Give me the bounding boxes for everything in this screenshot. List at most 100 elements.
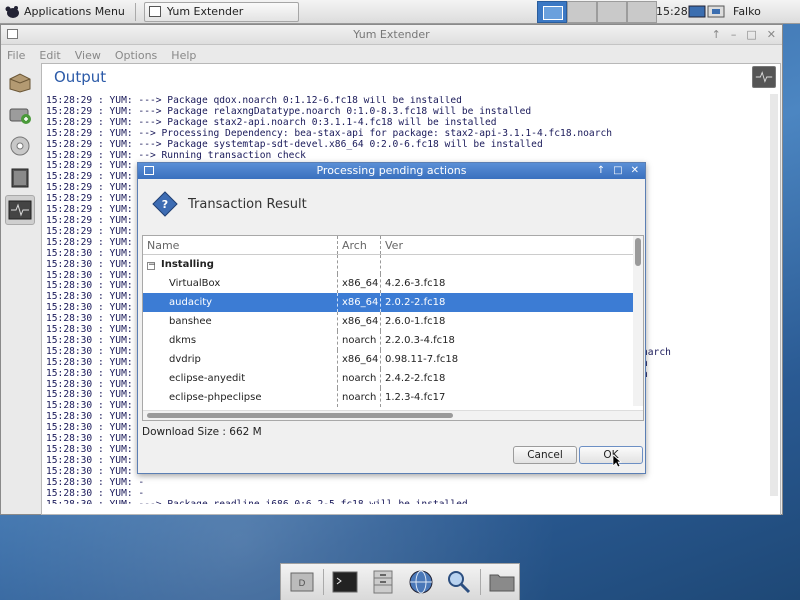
sidebar-groups-button[interactable] xyxy=(5,99,35,129)
xfce-mouse-icon xyxy=(5,5,19,18)
window-icon xyxy=(148,6,161,17)
workspace-4[interactable] xyxy=(627,1,657,23)
disc-icon xyxy=(10,136,30,156)
close-button[interactable]: ✕ xyxy=(767,25,776,45)
cell-name: eclipse-anyedit xyxy=(169,373,246,384)
cell-arch: x86_64 xyxy=(337,293,380,312)
window-titlebar[interactable]: Yum Extender ↑ – □ ✕ xyxy=(1,25,782,45)
svg-text:?: ? xyxy=(162,198,168,211)
cell-ver: 1.2.3-4.fc17 xyxy=(380,388,643,407)
minimize-button[interactable]: – xyxy=(731,25,737,45)
dialog-shade-button[interactable]: ↑ xyxy=(597,163,605,179)
network-icon[interactable] xyxy=(688,4,728,20)
menu-options[interactable]: Options xyxy=(115,49,157,62)
sidebar-history-button[interactable] xyxy=(5,131,35,161)
menu-bar: File Edit View Options Help xyxy=(1,45,782,65)
log-line: 15:28:29 : YUM: ---> Package systemtap-s… xyxy=(46,138,543,150)
processing-dialog: Processing pending actions ↑ □ ✕ ? Trans… xyxy=(137,162,646,474)
folder-icon xyxy=(489,574,515,592)
cell-arch: x86_64 xyxy=(337,312,380,331)
clock[interactable]: 15:28 xyxy=(656,0,688,24)
log-fragment: h xyxy=(642,369,671,381)
dialog-maximize-button[interactable]: □ xyxy=(613,163,622,179)
dialog-close-button[interactable]: ✕ xyxy=(631,163,639,179)
user-name[interactable]: Falko Timme xyxy=(733,0,800,42)
table-row[interactable]: VirtualBox x86_64 4.2.6-3.fc18 xyxy=(143,274,643,293)
dialog-titlebar[interactable]: Processing pending actions ↑ □ ✕ xyxy=(138,163,645,179)
table-row[interactable]: eclipse-phpeclipse noarch 1.2.3-4.fc17 xyxy=(143,388,643,407)
table-horizontal-scrollbar[interactable] xyxy=(143,410,643,420)
log-line: 15:28:29 : YUM: --> Running transaction … xyxy=(46,149,306,161)
sidebar-repositories-button[interactable] xyxy=(5,163,35,193)
mouse-cursor-icon xyxy=(612,454,622,468)
menu-help[interactable]: Help xyxy=(171,49,196,62)
ok-button[interactable]: OK xyxy=(579,446,643,464)
column-ver-header[interactable]: Ver xyxy=(380,236,643,254)
cell-arch: noarch xyxy=(337,388,380,407)
book-icon xyxy=(11,168,29,188)
applications-menu-button[interactable]: Applications Menu xyxy=(0,0,131,24)
cell-name: dkms xyxy=(169,335,197,346)
cell-ver: 0.98.11-7.fc18 xyxy=(380,350,643,369)
sidebar-output-button[interactable] xyxy=(5,195,35,225)
menu-file[interactable]: File xyxy=(7,49,25,62)
cell-ver: 4.2.6-3.fc18 xyxy=(380,274,643,293)
menu-view[interactable]: View xyxy=(75,49,101,62)
column-name-header[interactable]: Name xyxy=(143,236,337,254)
scroll-thumb[interactable] xyxy=(147,413,453,418)
group-label: Installing xyxy=(161,259,214,270)
log-line: 15:28:30 : YUM: - xyxy=(46,487,145,499)
dialog-title: Processing pending actions xyxy=(316,164,467,177)
dock-search[interactable] xyxy=(442,567,476,597)
show-desktop-icon: D xyxy=(290,572,314,592)
table-row[interactable]: dvdrip x86_64 0.98.11-7.fc18 xyxy=(143,350,643,369)
table-row[interactable]: eclipse-anyedit noarch 2.4.2-2.fc18 xyxy=(143,369,643,388)
log-scrollbar[interactable] xyxy=(770,94,778,496)
package-box-icon xyxy=(9,73,31,93)
column-arch-header[interactable]: Arch xyxy=(337,236,380,254)
globe-icon xyxy=(409,570,433,594)
table-row[interactable]: audacity x86_64 2.0.2-2.fc18 xyxy=(143,293,643,312)
dock-separator xyxy=(323,569,324,595)
table-row[interactable]: dkms noarch 2.2.0.3-4.fc18 xyxy=(143,331,643,350)
cell-arch: noarch xyxy=(337,331,380,350)
group-row-installing[interactable]: − Installing xyxy=(143,255,643,274)
filing-cabinet-icon xyxy=(373,570,393,594)
cell-name: dvdrip xyxy=(169,354,201,365)
table-vertical-scrollbar[interactable] xyxy=(633,236,643,406)
cancel-button[interactable]: Cancel xyxy=(513,446,577,464)
cell-arch: noarch xyxy=(337,369,380,388)
window-title: Yum Extender xyxy=(353,28,430,41)
scroll-thumb[interactable] xyxy=(635,238,641,266)
cell-name: VirtualBox xyxy=(169,278,221,289)
shade-button[interactable]: ↑ xyxy=(712,25,721,45)
collapse-icon[interactable]: − xyxy=(147,261,156,270)
monitor-output-icon xyxy=(8,200,32,220)
window-icon xyxy=(144,166,154,175)
cell-ver: 2.4.2-2.fc18 xyxy=(380,369,643,388)
taskbar-item-yum-extender[interactable]: Yum Extender xyxy=(143,1,299,22)
maximize-button[interactable]: □ xyxy=(746,25,756,45)
cell-ver: 2.2.0.3-4.fc18 xyxy=(380,331,643,350)
taskbar-item-label: Yum Extender xyxy=(166,5,244,18)
dock-terminal[interactable] xyxy=(328,567,362,597)
window-icon xyxy=(7,29,18,39)
menu-edit[interactable]: Edit xyxy=(39,49,60,62)
cell-name: audacity xyxy=(169,297,213,308)
sidebar-packages-button[interactable] xyxy=(5,67,35,97)
dock-separator xyxy=(480,569,481,595)
dock-show-desktop[interactable]: D xyxy=(285,567,319,597)
cell-ver: 2.0.2-2.fc18 xyxy=(380,293,643,312)
dock-file-manager[interactable] xyxy=(366,567,400,597)
bottom-dock: D xyxy=(280,563,520,600)
table-row[interactable]: banshee x86_64 2.6.0-1.fc18 xyxy=(143,312,643,331)
workspace-2[interactable] xyxy=(567,1,597,23)
workspace-1[interactable] xyxy=(537,1,567,23)
log-line: 15:28:30 : YUM: - xyxy=(46,476,145,488)
output-title: Output xyxy=(54,68,107,86)
dock-folder[interactable] xyxy=(485,567,519,597)
dock-web-browser[interactable] xyxy=(404,567,438,597)
applications-menu-label: Applications Menu xyxy=(24,5,125,18)
workspace-3[interactable] xyxy=(597,1,627,23)
cell-name: eclipse-phpeclipse xyxy=(169,392,262,403)
